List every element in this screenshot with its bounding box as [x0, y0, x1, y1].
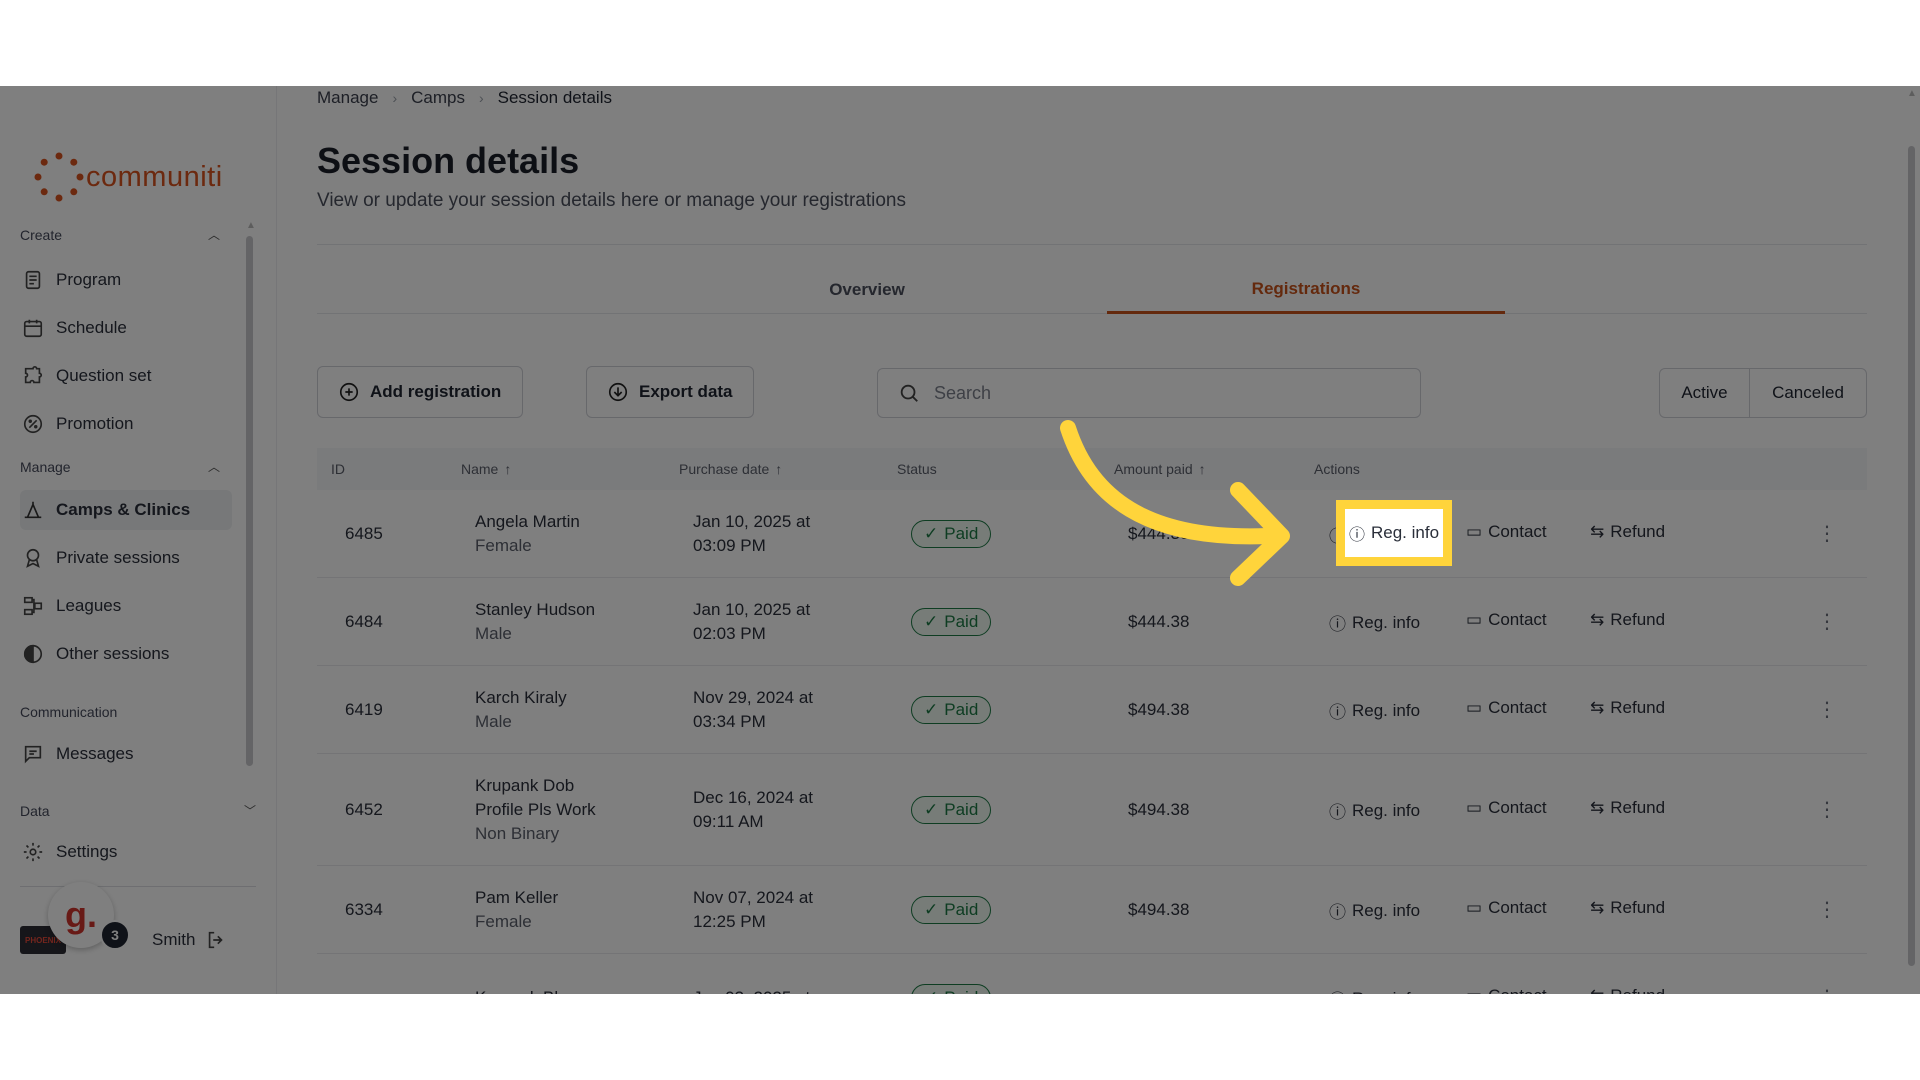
info-icon: ⓘ	[1348, 527, 1365, 544]
tutorial-dim-overlay	[0, 86, 1920, 994]
app-window: communiti ▲ Create ︿ Program Schedule Qu…	[0, 86, 1920, 994]
letterbox-bottom	[0, 994, 1920, 1080]
pointer-arrow-icon	[1060, 420, 1290, 586]
letterbox-top	[0, 0, 1920, 86]
highlighted-label: Reg. info	[1370, 523, 1440, 542]
highlighted-reg-info-button[interactable]: ⓘ Reg. info	[1336, 500, 1452, 566]
